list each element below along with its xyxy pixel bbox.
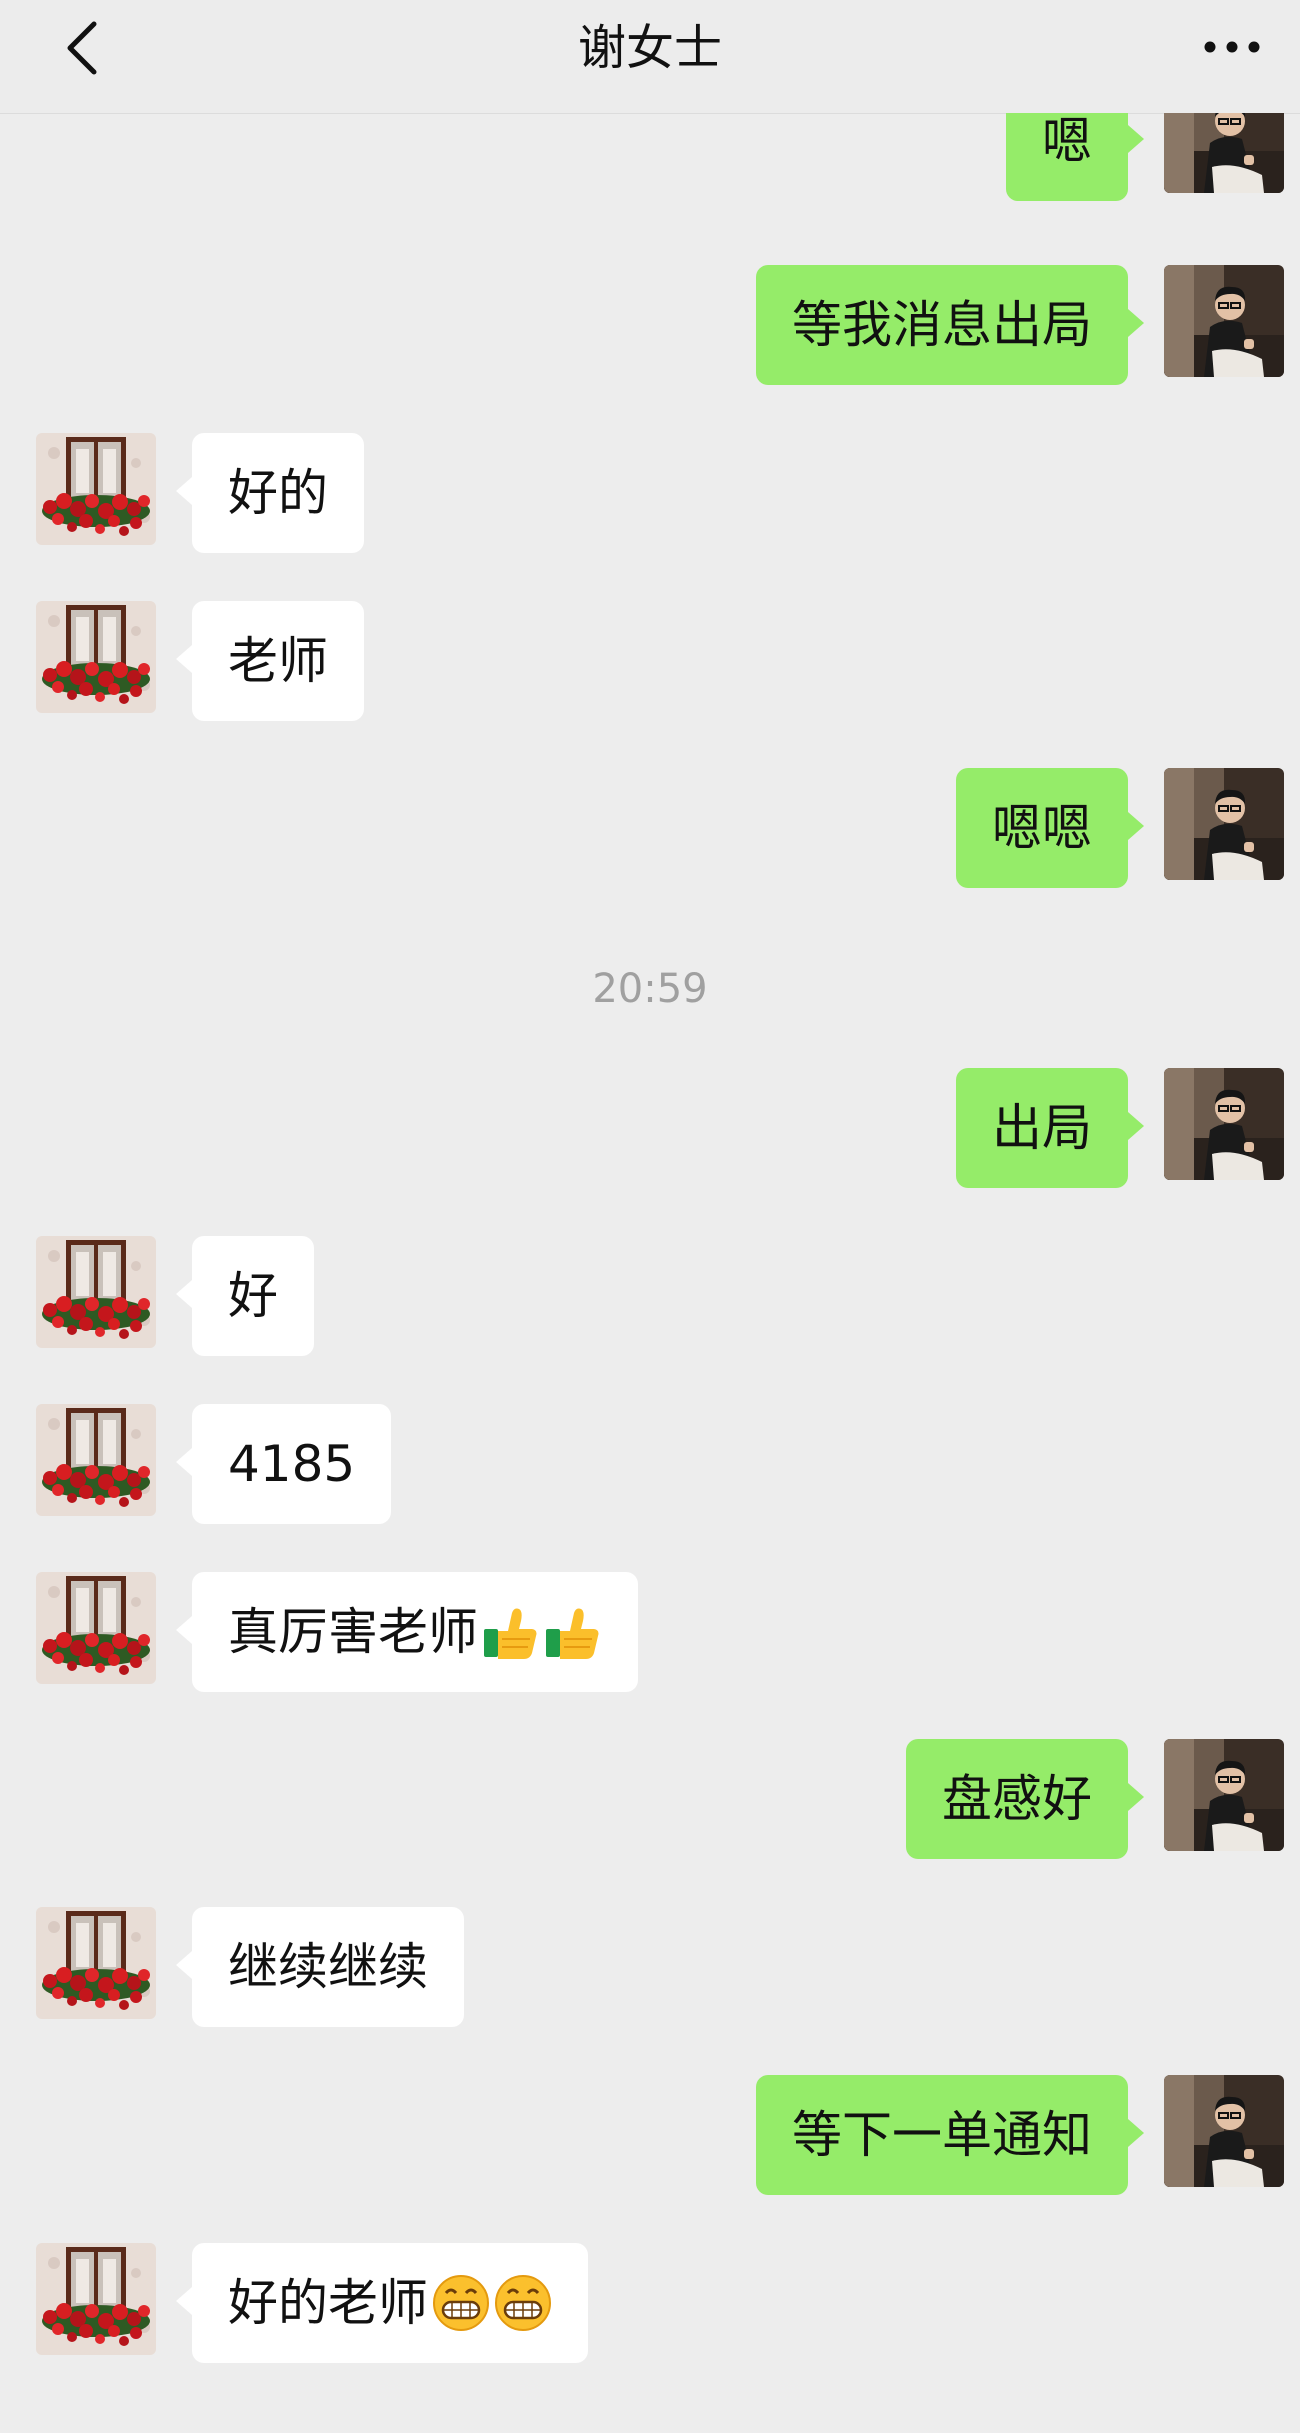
message-incoming: 4185 <box>0 1404 1300 1524</box>
message-incoming: 真厉害老师 <box>0 1572 1300 1692</box>
self-avatar[interactable] <box>1164 2075 1284 2187</box>
contact-avatar[interactable] <box>36 1236 156 1348</box>
ellipsis-icon[interactable] <box>1200 25 1264 69</box>
contact-avatar[interactable] <box>36 2243 156 2355</box>
chat-header: 谢女士 <box>0 0 1300 114</box>
contact-avatar[interactable] <box>36 1404 156 1516</box>
message-outgoing: 出局 <box>0 1068 1300 1188</box>
self-avatar[interactable] <box>1164 1068 1284 1180</box>
message-bubble[interactable]: 嗯嗯 <box>956 768 1144 888</box>
message-incoming: 老师 <box>0 601 1300 721</box>
grinning-face-icon <box>432 2274 490 2331</box>
message-text: 好的老师 <box>228 2274 428 2332</box>
message-outgoing: 盘感好 <box>0 1739 1300 1859</box>
message-incoming: 继续继续 <box>0 1907 1300 2027</box>
message-text: 真厉害老师 <box>228 1603 478 1661</box>
message-bubble[interactable]: 真厉害老师 <box>176 1572 638 1692</box>
message-bubble[interactable]: 好的老师 <box>176 2243 588 2363</box>
message-bubble[interactable]: 等我消息出局 <box>756 265 1144 385</box>
message-timestamp: 20:59 <box>592 966 708 1012</box>
message-bubble[interactable]: 好 <box>176 1236 314 1356</box>
message-bubble[interactable]: 好的 <box>176 433 364 553</box>
chat-title: 谢女士 <box>577 20 722 76</box>
bottom-edge <box>0 2413 1300 2433</box>
contact-avatar[interactable] <box>36 1907 156 2019</box>
contact-avatar[interactable] <box>36 1572 156 1684</box>
message-outgoing: 等我消息出局 <box>0 265 1300 385</box>
message-incoming: 好的 <box>0 433 1300 553</box>
thumbs-up-icon <box>483 1607 538 1660</box>
message-list[interactable]: 嗯 等我消息出局 好的 老师 嗯嗯 20:59 出局 好 4185 真厉害老师 … <box>0 113 1300 2413</box>
message-bubble[interactable]: 4185 <box>175 1404 392 1524</box>
message-bubble[interactable]: 盘感好 <box>906 1739 1144 1859</box>
message-bubble[interactable]: 嗯 <box>1006 113 1144 201</box>
self-avatar[interactable] <box>1164 265 1284 377</box>
message-incoming: 好的老师 <box>0 2243 1300 2363</box>
message-outgoing: 嗯嗯 <box>0 768 1300 888</box>
self-avatar[interactable] <box>1164 113 1284 193</box>
message-bubble[interactable]: 出局 <box>956 1068 1144 1188</box>
grinning-face-icon <box>494 2274 552 2331</box>
message-bubble[interactable]: 继续继续 <box>176 1907 464 2027</box>
self-avatar[interactable] <box>1164 768 1284 880</box>
contact-avatar[interactable] <box>36 433 156 545</box>
self-avatar[interactable] <box>1164 1739 1284 1851</box>
message-bubble[interactable]: 老师 <box>176 601 364 721</box>
message-incoming: 好 <box>0 1236 1300 1356</box>
thumbs-up-icon <box>545 1607 600 1660</box>
message-outgoing: 嗯 <box>0 113 1300 201</box>
message-bubble[interactable]: 等下一单通知 <box>756 2075 1144 2195</box>
contact-avatar[interactable] <box>36 601 156 713</box>
message-outgoing: 等下一单通知 <box>0 2075 1300 2195</box>
